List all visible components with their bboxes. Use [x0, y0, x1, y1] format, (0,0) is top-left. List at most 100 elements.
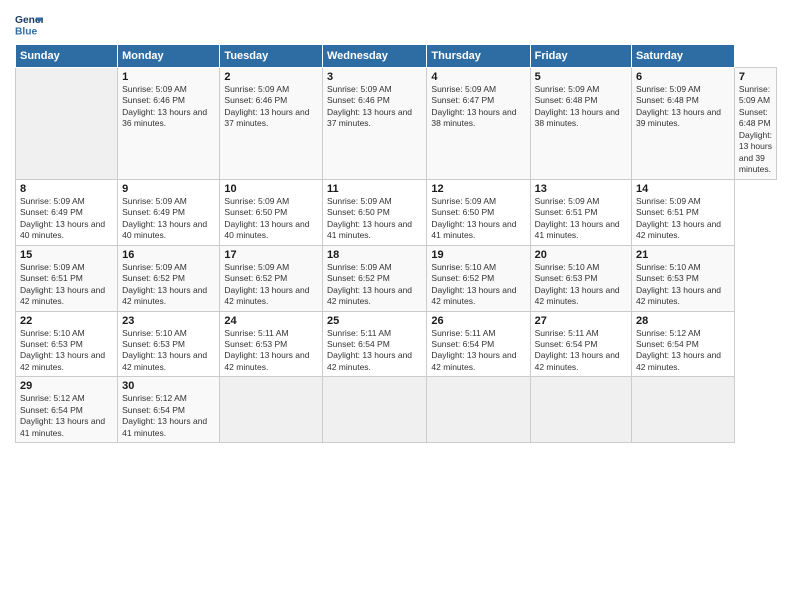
day-number: 8: [20, 183, 113, 195]
day-cell-2: 2 Sunrise: 5:09 AMSunset: 6:46 PMDayligh…: [220, 68, 323, 180]
day-info: Sunrise: 5:09 AMSunset: 6:47 PMDaylight:…: [431, 84, 525, 130]
day-number: 9: [122, 183, 215, 195]
col-header-sunday: Sunday: [16, 45, 118, 68]
day-cell-23: 23 Sunrise: 5:10 AMSunset: 6:53 PMDaylig…: [118, 311, 220, 377]
day-info: Sunrise: 5:09 AMSunset: 6:48 PMDaylight:…: [739, 84, 772, 176]
day-cell-26: 26 Sunrise: 5:11 AMSunset: 6:54 PMDaylig…: [427, 311, 530, 377]
header-row: SundayMondayTuesdayWednesdayThursdayFrid…: [16, 45, 777, 68]
day-info: Sunrise: 5:09 AMSunset: 6:49 PMDaylight:…: [20, 196, 113, 242]
day-info: Sunrise: 5:09 AMSunset: 6:46 PMDaylight:…: [224, 84, 318, 130]
day-number: 2: [224, 71, 318, 83]
svg-text:Blue: Blue: [15, 26, 38, 37]
day-cell-1: 1 Sunrise: 5:09 AMSunset: 6:46 PMDayligh…: [118, 68, 220, 180]
day-cell-25: 25 Sunrise: 5:11 AMSunset: 6:54 PMDaylig…: [322, 311, 426, 377]
day-info: Sunrise: 5:09 AMSunset: 6:49 PMDaylight:…: [122, 196, 215, 242]
day-number: 3: [327, 71, 422, 83]
day-cell-19: 19 Sunrise: 5:10 AMSunset: 6:52 PMDaylig…: [427, 245, 530, 311]
day-cell-4: 4 Sunrise: 5:09 AMSunset: 6:47 PMDayligh…: [427, 68, 530, 180]
week-row-1: 1 Sunrise: 5:09 AMSunset: 6:46 PMDayligh…: [16, 68, 777, 180]
day-info: Sunrise: 5:12 AMSunset: 6:54 PMDaylight:…: [122, 393, 215, 439]
week-row-4: 22 Sunrise: 5:10 AMSunset: 6:53 PMDaylig…: [16, 311, 777, 377]
logo: General Blue: [15, 10, 47, 38]
day-info: Sunrise: 5:09 AMSunset: 6:52 PMDaylight:…: [327, 262, 422, 308]
empty-cell: [631, 377, 734, 443]
day-cell-3: 3 Sunrise: 5:09 AMSunset: 6:46 PMDayligh…: [322, 68, 426, 180]
header: General Blue: [15, 10, 777, 38]
day-number: 27: [535, 315, 627, 327]
day-number: 7: [739, 71, 772, 83]
day-cell-18: 18 Sunrise: 5:09 AMSunset: 6:52 PMDaylig…: [322, 245, 426, 311]
day-cell-22: 22 Sunrise: 5:10 AMSunset: 6:53 PMDaylig…: [16, 311, 118, 377]
day-number: 15: [20, 249, 113, 261]
day-number: 25: [327, 315, 422, 327]
day-number: 28: [636, 315, 730, 327]
day-number: 12: [431, 183, 525, 195]
day-info: Sunrise: 5:09 AMSunset: 6:46 PMDaylight:…: [327, 84, 422, 130]
calendar: SundayMondayTuesdayWednesdayThursdayFrid…: [15, 44, 777, 443]
day-cell-17: 17 Sunrise: 5:09 AMSunset: 6:52 PMDaylig…: [220, 245, 323, 311]
day-cell-14: 14 Sunrise: 5:09 AMSunset: 6:51 PMDaylig…: [631, 179, 734, 245]
day-info: Sunrise: 5:11 AMSunset: 6:53 PMDaylight:…: [224, 328, 318, 374]
calendar-header: SundayMondayTuesdayWednesdayThursdayFrid…: [16, 45, 777, 68]
day-cell-9: 9 Sunrise: 5:09 AMSunset: 6:49 PMDayligh…: [118, 179, 220, 245]
day-cell-12: 12 Sunrise: 5:09 AMSunset: 6:50 PMDaylig…: [427, 179, 530, 245]
day-info: Sunrise: 5:10 AMSunset: 6:52 PMDaylight:…: [431, 262, 525, 308]
day-number: 21: [636, 249, 730, 261]
empty-cell: [322, 377, 426, 443]
day-cell-8: 8 Sunrise: 5:09 AMSunset: 6:49 PMDayligh…: [16, 179, 118, 245]
day-number: 18: [327, 249, 422, 261]
day-cell-6: 6 Sunrise: 5:09 AMSunset: 6:48 PMDayligh…: [631, 68, 734, 180]
day-number: 6: [636, 71, 730, 83]
day-info: Sunrise: 5:10 AMSunset: 6:53 PMDaylight:…: [20, 328, 113, 374]
page: General Blue SundayMondayTuesdayWednesda…: [0, 0, 792, 612]
day-cell-5: 5 Sunrise: 5:09 AMSunset: 6:48 PMDayligh…: [530, 68, 631, 180]
day-info: Sunrise: 5:09 AMSunset: 6:52 PMDaylight:…: [224, 262, 318, 308]
day-cell-27: 27 Sunrise: 5:11 AMSunset: 6:54 PMDaylig…: [530, 311, 631, 377]
day-info: Sunrise: 5:09 AMSunset: 6:51 PMDaylight:…: [535, 196, 627, 242]
day-info: Sunrise: 5:09 AMSunset: 6:50 PMDaylight:…: [431, 196, 525, 242]
day-number: 14: [636, 183, 730, 195]
day-info: Sunrise: 5:11 AMSunset: 6:54 PMDaylight:…: [535, 328, 627, 374]
day-cell-13: 13 Sunrise: 5:09 AMSunset: 6:51 PMDaylig…: [530, 179, 631, 245]
logo-icon: General Blue: [15, 10, 43, 38]
col-header-monday: Monday: [118, 45, 220, 68]
day-cell-11: 11 Sunrise: 5:09 AMSunset: 6:50 PMDaylig…: [322, 179, 426, 245]
day-cell-28: 28 Sunrise: 5:12 AMSunset: 6:54 PMDaylig…: [631, 311, 734, 377]
day-number: 1: [122, 71, 215, 83]
day-number: 17: [224, 249, 318, 261]
day-cell-10: 10 Sunrise: 5:09 AMSunset: 6:50 PMDaylig…: [220, 179, 323, 245]
day-number: 10: [224, 183, 318, 195]
day-cell-21: 21 Sunrise: 5:10 AMSunset: 6:53 PMDaylig…: [631, 245, 734, 311]
day-number: 23: [122, 315, 215, 327]
day-info: Sunrise: 5:09 AMSunset: 6:48 PMDaylight:…: [535, 84, 627, 130]
day-info: Sunrise: 5:09 AMSunset: 6:48 PMDaylight:…: [636, 84, 730, 130]
day-number: 22: [20, 315, 113, 327]
day-cell-30: 30 Sunrise: 5:12 AMSunset: 6:54 PMDaylig…: [118, 377, 220, 443]
day-cell-24: 24 Sunrise: 5:11 AMSunset: 6:53 PMDaylig…: [220, 311, 323, 377]
col-header-wednesday: Wednesday: [322, 45, 426, 68]
day-number: 30: [122, 380, 215, 392]
empty-cell: [530, 377, 631, 443]
day-info: Sunrise: 5:10 AMSunset: 6:53 PMDaylight:…: [636, 262, 730, 308]
empty-cell: [220, 377, 323, 443]
day-info: Sunrise: 5:09 AMSunset: 6:50 PMDaylight:…: [224, 196, 318, 242]
day-info: Sunrise: 5:09 AMSunset: 6:52 PMDaylight:…: [122, 262, 215, 308]
day-info: Sunrise: 5:09 AMSunset: 6:51 PMDaylight:…: [20, 262, 113, 308]
day-info: Sunrise: 5:12 AMSunset: 6:54 PMDaylight:…: [20, 393, 113, 439]
day-number: 26: [431, 315, 525, 327]
col-header-saturday: Saturday: [631, 45, 734, 68]
day-number: 5: [535, 71, 627, 83]
week-row-3: 15 Sunrise: 5:09 AMSunset: 6:51 PMDaylig…: [16, 245, 777, 311]
day-info: Sunrise: 5:10 AMSunset: 6:53 PMDaylight:…: [535, 262, 627, 308]
week-row-5: 29 Sunrise: 5:12 AMSunset: 6:54 PMDaylig…: [16, 377, 777, 443]
day-cell-29: 29 Sunrise: 5:12 AMSunset: 6:54 PMDaylig…: [16, 377, 118, 443]
col-header-thursday: Thursday: [427, 45, 530, 68]
day-number: 19: [431, 249, 525, 261]
day-info: Sunrise: 5:09 AMSunset: 6:51 PMDaylight:…: [636, 196, 730, 242]
empty-cell: [427, 377, 530, 443]
day-number: 16: [122, 249, 215, 261]
day-number: 24: [224, 315, 318, 327]
calendar-body: 1 Sunrise: 5:09 AMSunset: 6:46 PMDayligh…: [16, 68, 777, 443]
day-info: Sunrise: 5:12 AMSunset: 6:54 PMDaylight:…: [636, 328, 730, 374]
day-number: 13: [535, 183, 627, 195]
